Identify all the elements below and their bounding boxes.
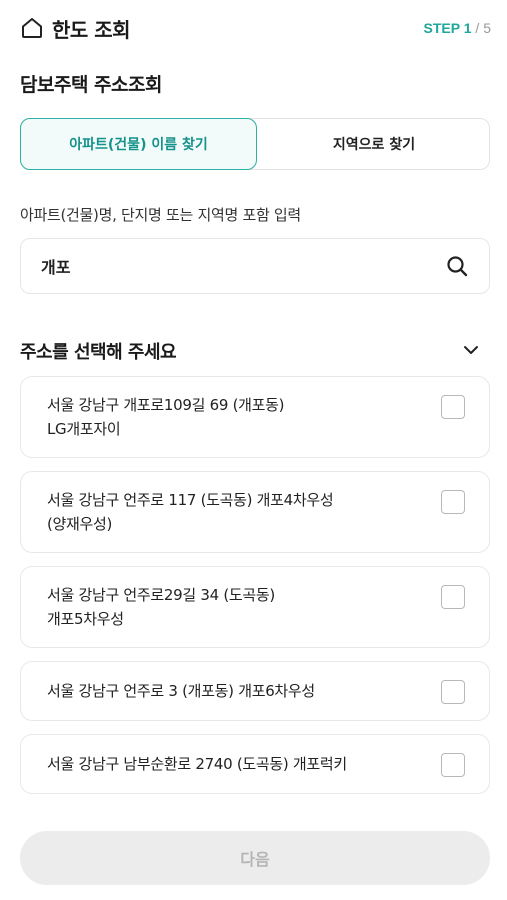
- address-text: 서울 강남구 언주로 117 (도곡동) 개포4차우성 (양재우성): [47, 488, 417, 536]
- next-button[interactable]: 다음: [20, 831, 490, 885]
- search-mode-tabs: 아파트(건물) 이름 찾기 지역으로 찾기: [20, 118, 490, 170]
- tab-apartment-name[interactable]: 아파트(건물) 이름 찾기: [20, 118, 257, 170]
- address-text: 서울 강남구 남부순환로 2740 (도곡동) 개포럭키: [47, 752, 417, 776]
- address-checkbox[interactable]: [441, 585, 465, 609]
- step-current: STEP 1: [423, 20, 472, 36]
- address-line1: 서울 강남구 언주로29길 34 (도곡동): [47, 586, 275, 604]
- section-title: 담보주택 주소조회: [20, 74, 162, 96]
- address-line1: 서울 강남구 언주로 117 (도곡동) 개포4차우성: [47, 491, 334, 509]
- address-checkbox[interactable]: [441, 395, 465, 419]
- address-item[interactable]: 서울 강남구 남부순환로 2740 (도곡동) 개포럭키: [20, 734, 490, 794]
- address-checkbox[interactable]: [441, 490, 465, 514]
- address-line2: 개포5차우성: [47, 610, 124, 628]
- address-line1: 서울 강남구 언주로 3 (개포동) 개포6차우성: [47, 682, 315, 700]
- address-text: 서울 강남구 언주로 3 (개포동) 개포6차우성: [47, 679, 417, 703]
- address-item[interactable]: 서울 강남구 언주로 117 (도곡동) 개포4차우성 (양재우성): [20, 471, 490, 553]
- tab-region[interactable]: 지역으로 찾기: [257, 118, 491, 170]
- address-text: 서울 강남구 언주로29길 34 (도곡동) 개포5차우성: [47, 583, 417, 631]
- search-input[interactable]: [41, 239, 441, 293]
- step-indicator: STEP 1 / 5: [424, 20, 491, 36]
- address-checkbox[interactable]: [441, 753, 465, 777]
- step-total: / 5: [471, 20, 491, 36]
- address-text: 서울 강남구 개포로109길 69 (개포동) LG개포자이: [47, 393, 417, 441]
- header: 한도 조회 STEP 1 / 5: [0, 0, 507, 56]
- page-title: 한도 조회: [52, 18, 131, 42]
- address-line1: 서울 강남구 남부순환로 2740 (도곡동) 개포럭키: [47, 755, 347, 773]
- address-list-title: 주소를 선택해 주세요: [20, 342, 177, 363]
- address-checkbox[interactable]: [441, 680, 465, 704]
- address-item[interactable]: 서울 강남구 개포로109길 69 (개포동) LG개포자이: [20, 376, 490, 458]
- address-line2: LG개포자이: [47, 420, 121, 438]
- address-item[interactable]: 서울 강남구 언주로29길 34 (도곡동) 개포5차우성: [20, 566, 490, 648]
- chevron-down-icon[interactable]: [461, 340, 481, 360]
- search-icon[interactable]: [445, 254, 469, 278]
- search-label: 아파트(건물)명, 단지명 또는 지역명 포함 입력: [20, 206, 301, 224]
- home-icon[interactable]: [20, 16, 44, 40]
- address-line1: 서울 강남구 개포로109길 69 (개포동): [47, 396, 285, 414]
- search-box: [20, 238, 490, 294]
- address-line2: (양재우성): [47, 515, 113, 533]
- address-item[interactable]: 서울 강남구 언주로 3 (개포동) 개포6차우성: [20, 661, 490, 721]
